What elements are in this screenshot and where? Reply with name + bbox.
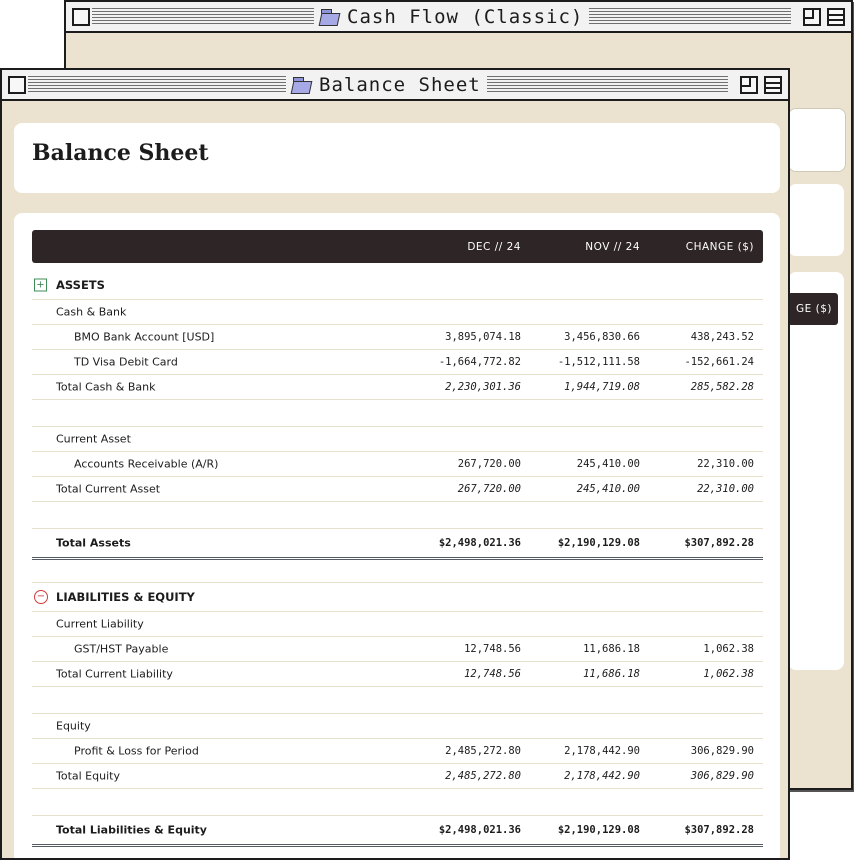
- change-value: 1,062.38: [703, 668, 754, 680]
- nov-value: 11,686.18: [583, 668, 640, 680]
- row-label: BMO Bank Account [USD]: [74, 330, 215, 344]
- dec-value: 12,748.56: [464, 668, 521, 680]
- balance-sheet-window[interactable]: Balance Sheet Balance Sheet DEC // 24 NO…: [0, 68, 790, 860]
- table-row: Accounts Receivable (A/R) 267,720.00 245,4…: [32, 452, 763, 477]
- change-value: $307,892.28: [684, 824, 754, 836]
- total-row: Total Current Asset 267,720.00 245,410.00 2…: [32, 477, 763, 502]
- total-row: Total Cash & Bank 2,230,301.36 1,944,719.0…: [32, 375, 763, 400]
- table-row: GST/HST Payable 12,748.56 11,686.18 1,062.3…: [32, 637, 763, 662]
- change-value: 285,582.28: [690, 381, 754, 393]
- folder-icon: [290, 76, 313, 94]
- column-header-nov: NOV // 24: [585, 241, 640, 253]
- nov-value: 245,410.00: [576, 483, 640, 495]
- column-header-change: CHANGE ($): [685, 241, 754, 253]
- spacer-row: [32, 400, 763, 427]
- table-header: DEC // 24 NOV // 24 CHANGE ($): [32, 230, 763, 263]
- title-bar[interactable]: Balance Sheet: [2, 70, 788, 101]
- group-label: Equity: [56, 719, 91, 733]
- grand-total-row: Total Assets $2,498,021.36 $2,190,129.08 $3…: [32, 529, 763, 560]
- zoom-box-icon[interactable]: [803, 8, 821, 26]
- dec-value: $2,498,021.36: [438, 824, 521, 836]
- table-row: Profit & Loss for Period 2,485,272.80 2,17…: [32, 739, 763, 764]
- row-label: Total Current Liability: [56, 667, 173, 681]
- nov-value: 11,686.18: [583, 643, 640, 655]
- total-row: Total Current Liability 12,748.56 11,686.1…: [32, 662, 763, 687]
- nov-value: $2,190,129.08: [557, 537, 640, 549]
- window-title-text: Balance Sheet: [319, 73, 481, 96]
- row-label: Total Equity: [56, 769, 120, 783]
- row-label: GST/HST Payable: [74, 642, 169, 656]
- change-value: 22,310.00: [697, 483, 754, 495]
- back-table-card: GE ($): [788, 272, 844, 670]
- spacer-row: [32, 789, 763, 816]
- change-value: 438,243.52: [690, 331, 754, 343]
- zoom-box-icon[interactable]: [740, 76, 758, 94]
- nov-value: 2,178,442.90: [564, 770, 640, 782]
- total-row: Total Equity 2,485,272.80 2,178,442.90 306,…: [32, 764, 763, 789]
- back-summary-card: [788, 184, 844, 256]
- row-label: Accounts Receivable (A/R): [74, 457, 219, 471]
- group-header-equity: Equity: [32, 714, 763, 739]
- row-label: Profit & Loss for Period: [74, 744, 199, 758]
- table-row: TD Visa Debit Card -1,664,772.82 -1,512,11…: [32, 350, 763, 375]
- dec-value: 2,230,301.36: [445, 381, 521, 393]
- row-label: Total Cash & Bank: [56, 380, 156, 394]
- report-card: DEC // 24 NOV // 24 CHANGE ($) + ASSETS Ca…: [14, 213, 780, 858]
- group-label: Cash & Bank: [56, 305, 127, 319]
- spacer-row: [32, 558, 763, 583]
- dec-value: $2,498,021.36: [438, 537, 521, 549]
- row-label: Total Liabilities & Equity: [56, 823, 207, 837]
- back-title-card: [788, 108, 846, 172]
- section-header-assets[interactable]: + ASSETS: [32, 271, 763, 300]
- dec-value: -1,664,772.82: [438, 356, 521, 368]
- change-value: -152,661.24: [684, 356, 754, 368]
- close-box-icon[interactable]: [8, 76, 26, 94]
- change-value: 1,062.38: [703, 643, 754, 655]
- expand-section-icon[interactable]: +: [34, 278, 47, 292]
- section-label: LIABILITIES & EQUITY: [56, 590, 195, 604]
- window-title: Balance Sheet: [286, 70, 487, 99]
- collapse-box-icon[interactable]: [764, 76, 782, 94]
- nov-value: 2,178,442.90: [564, 745, 640, 757]
- change-value: 306,829.90: [690, 745, 754, 757]
- nov-value: -1,512,111.58: [557, 356, 640, 368]
- row-label: Total Assets: [56, 536, 131, 550]
- column-header-dec: DEC // 24: [467, 241, 521, 253]
- back-header-label: GE ($): [796, 303, 832, 315]
- change-value: 306,829.90: [690, 770, 754, 782]
- dec-value: 267,720.00: [457, 483, 521, 495]
- dec-value: 3,895,074.18: [445, 331, 521, 343]
- section-header-liabilities[interactable]: − LIABILITIES & EQUITY: [32, 583, 763, 612]
- page-title: Balance Sheet: [32, 140, 209, 166]
- dec-value: 267,720.00: [457, 458, 521, 470]
- dec-value: 2,485,272.80: [445, 770, 521, 782]
- group-header-cash-bank: Cash & Bank: [32, 300, 763, 325]
- row-label: Total Current Asset: [56, 482, 161, 496]
- spacer-row: [32, 502, 763, 529]
- nov-value: 1,944,719.08: [564, 381, 640, 393]
- nov-value: $2,190,129.08: [557, 824, 640, 836]
- collapse-section-icon[interactable]: −: [34, 590, 48, 604]
- back-table-header: GE ($): [788, 293, 838, 325]
- nov-value: 245,410.00: [576, 458, 640, 470]
- group-header-current-asset: Current Asset: [32, 427, 763, 452]
- grand-total-row: Total Liabilities & Equity $2,498,021.36 $…: [32, 816, 763, 847]
- table-row: BMO Bank Account [USD] 3,895,074.18 3,456,…: [32, 325, 763, 350]
- group-label: Current Asset: [56, 432, 131, 446]
- collapse-box-icon[interactable]: [827, 8, 845, 26]
- change-value: 22,310.00: [697, 458, 754, 470]
- row-label: TD Visa Debit Card: [74, 355, 178, 369]
- dec-value: 12,748.56: [464, 643, 521, 655]
- group-header-current-liability: Current Liability: [32, 612, 763, 637]
- dec-value: 2,485,272.80: [445, 745, 521, 757]
- change-value: $307,892.28: [684, 537, 754, 549]
- group-label: Current Liability: [56, 617, 144, 631]
- title-card: Balance Sheet: [14, 123, 780, 193]
- section-label: ASSETS: [56, 278, 105, 292]
- spacer-row: [32, 687, 763, 714]
- nov-value: 3,456,830.66: [564, 331, 640, 343]
